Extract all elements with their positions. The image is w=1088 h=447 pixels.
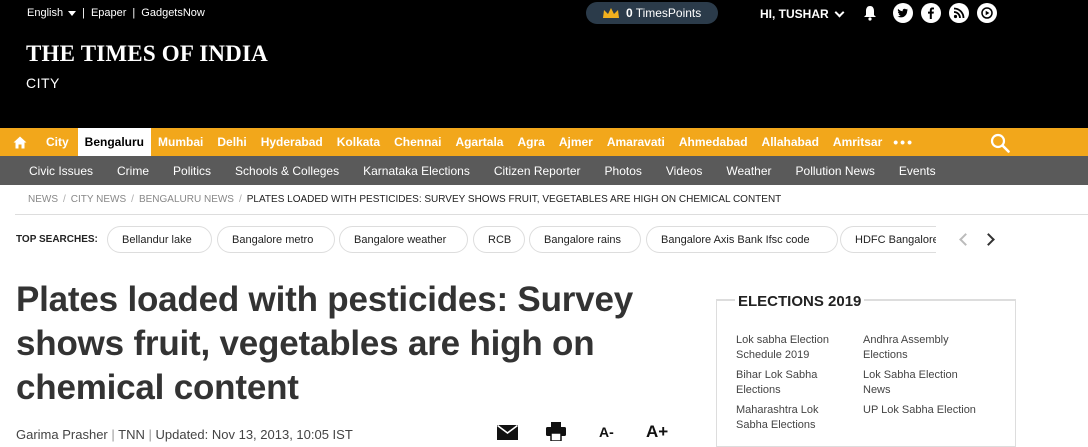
epaper-link[interactable]: Epaper [91,7,126,19]
user-greeting: HI, TUSHAR [760,7,829,21]
city-item-kolkata[interactable]: Kolkata [330,135,387,149]
election-link[interactable]: Bihar Lok Sabha Elections [736,368,851,398]
nav-schools-colleges[interactable]: Schools & Colleges [223,164,351,178]
breadcrumb-city-news[interactable]: CITY NEWS [71,194,126,205]
nav-civic-issues[interactable]: Civic Issues [17,164,105,178]
top-utility-bar: English | Epaper | GadgetsNow 0 TimesPoi… [0,0,1088,26]
section-nav: Civic Issues Crime Politics Schools & Co… [0,156,1088,185]
divider: | [82,7,85,19]
nav-pollution-news[interactable]: Pollution News [784,164,887,178]
elections-title[interactable]: ELECTIONS 2019 [735,293,865,310]
city-item-amaravati[interactable]: Amaravati [600,135,672,149]
site-logo[interactable]: THE TIMES OF INDIA [26,41,268,67]
email-icon[interactable] [497,425,518,440]
user-menu[interactable]: HI, TUSHAR [760,7,845,21]
election-link[interactable]: Lok sabha Election Schedule 2019 [736,333,851,363]
chevron-right-icon[interactable] [982,233,995,246]
city-item-delhi[interactable]: Delhi [210,135,253,149]
search-chip[interactable]: Bangalore weather [339,226,468,253]
language-label: English [27,7,64,19]
search-chip[interactable]: Bangalore rains [529,226,641,253]
nav-events[interactable]: Events [887,164,948,178]
nav-crime[interactable]: Crime [105,164,161,178]
topbar-left: English | Epaper | GadgetsNow [27,7,205,19]
search-chip[interactable]: Bangalore Axis Bank Ifsc code [646,226,838,253]
facebook-icon[interactable] [921,3,941,23]
gadgetsnow-link[interactable]: GadgetsNow [141,7,205,19]
article-source: TNN [118,427,145,442]
top-searches-label: TOP SEARCHES: [16,234,98,245]
city-item-ajmer[interactable]: Ajmer [552,135,600,149]
decrease-font-button[interactable]: A- [599,424,614,440]
city-item-agartala[interactable]: Agartala [448,135,510,149]
bell-icon[interactable] [862,5,878,21]
more-cities-button[interactable]: ••• [893,134,914,150]
nav-weather[interactable]: Weather [714,164,783,178]
breadcrumb-separator: / [131,194,134,205]
timespoints-button[interactable]: 0 TimesPoints [586,2,718,24]
breadcrumb-separator: / [238,194,242,205]
city-item-hyderabad[interactable]: Hyderabad [254,135,330,149]
election-link[interactable]: UP Lok Sabha Election [863,403,1003,418]
divider: | [132,7,136,19]
city-item-chennai[interactable]: Chennai [387,135,448,149]
election-link[interactable]: Andhra Assembly Elections [863,333,978,363]
section-label[interactable]: CITY [26,75,60,91]
print-icon[interactable] [546,422,566,441]
elections-widget: ELECTIONS 2019 Lok sabha Election Schedu… [716,293,1016,447]
city-tag[interactable]: City [40,128,78,156]
city-item-ahmedabad[interactable]: Ahmedabad [672,135,755,149]
search-chip[interactable]: Bellandur lake [107,226,212,253]
city-item-amritsar[interactable]: Amritsar [826,135,889,149]
city-nav: City Bengaluru Mumbai Delhi Hyderabad Ko… [0,128,1088,156]
increase-font-button[interactable]: A+ [646,422,668,442]
election-link[interactable]: Maharashtra Lok Sabha Elections [736,403,851,433]
chevron-down-icon [834,7,845,17]
city-item-bengaluru[interactable]: Bengaluru [77,128,152,156]
city-item-agra[interactable]: Agra [510,135,551,149]
breadcrumb-separator: / [63,194,66,205]
city-item-allahabad[interactable]: Allahabad [755,135,826,149]
article-byline: Garima Prasher | TNN | Updated: Nov 13, … [16,427,353,442]
timespoints-label: TimesPoints [635,6,702,20]
nav-karnataka-elections[interactable]: Karnataka Elections [351,164,482,178]
nav-photos[interactable]: Photos [593,164,654,178]
home-icon[interactable] [0,128,40,156]
crown-icon [603,8,619,18]
top-searches: TOP SEARCHES: Bellandur lake Bangalore m… [0,226,1088,254]
caret-down-icon [68,11,77,16]
timespoints-value: 0 [626,6,633,20]
search-chip[interactable]: Bangalore metro [217,226,335,253]
breadcrumb-bengaluru-news[interactable]: BENGALURU NEWS [139,194,234,205]
breadcrumb: NEWS / CITY NEWS / BENGALURU NEWS / PLAT… [15,185,1088,215]
rss-icon[interactable] [949,3,969,23]
nav-politics[interactable]: Politics [161,164,223,178]
article-headline: Plates loaded with pesticides: Survey sh… [16,280,633,407]
breadcrumb-current: PLATES LOADED WITH PESTICIDES: SURVEY SH… [246,194,782,205]
author-name[interactable]: Garima Prasher [16,427,108,442]
search-chip[interactable]: HDFC Bangalore [840,226,936,253]
language-selector[interactable]: English [27,7,77,19]
breadcrumb-news[interactable]: NEWS [28,194,58,205]
twitter-icon[interactable] [893,3,913,23]
article-updated: Updated: Nov 13, 2013, 10:05 IST [155,427,353,442]
search-icon[interactable] [990,133,1010,153]
nav-citizen-reporter[interactable]: Citizen Reporter [482,164,593,178]
nav-videos[interactable]: Videos [654,164,714,178]
youtube-icon[interactable] [977,3,997,23]
election-link[interactable]: Lok Sabha Election News [863,368,978,398]
chevron-left-icon[interactable] [959,233,972,246]
masthead: THE TIMES OF INDIA CITY [0,26,1088,128]
city-item-mumbai[interactable]: Mumbai [151,135,210,149]
search-chip[interactable]: RCB [473,226,525,253]
